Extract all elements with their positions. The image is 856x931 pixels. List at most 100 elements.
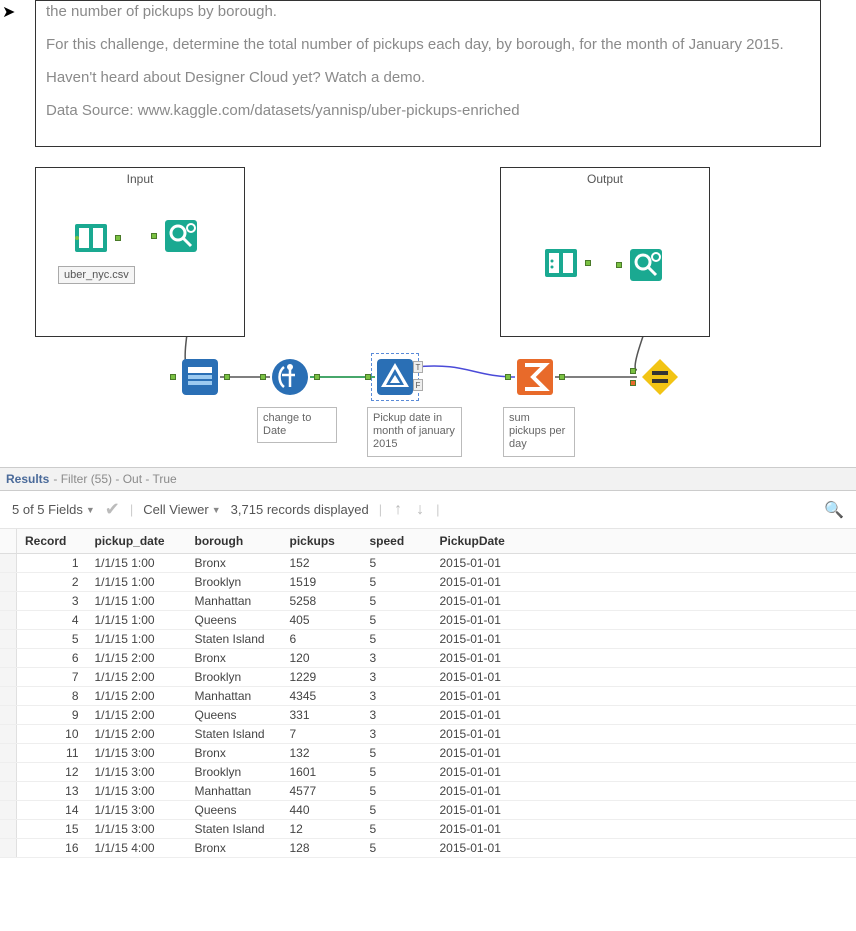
- browse-tool-output[interactable]: [626, 245, 666, 285]
- cell[interactable]: 5: [17, 630, 87, 649]
- cell[interactable]: 3: [17, 592, 87, 611]
- table-row[interactable]: 111/1/15 3:00Bronx13252015-01-01: [0, 744, 856, 763]
- cell[interactable]: 4577: [282, 782, 362, 801]
- table-row[interactable]: 101/1/15 2:00Staten Island732015-01-01: [0, 725, 856, 744]
- cell[interactable]: Staten Island: [187, 630, 282, 649]
- input-port-a[interactable]: [630, 380, 636, 386]
- cell[interactable]: 152: [282, 554, 362, 573]
- cell[interactable]: 16: [17, 839, 87, 858]
- table-row[interactable]: 21/1/15 1:00Brooklyn151952015-01-01: [0, 573, 856, 592]
- prev-record-button[interactable]: ↑: [392, 501, 404, 519]
- cell[interactable]: 1/1/15 3:00: [87, 820, 187, 839]
- cell[interactable]: 2015-01-01: [432, 554, 856, 573]
- cell[interactable]: 12: [282, 820, 362, 839]
- summarize-tool[interactable]: [515, 357, 555, 397]
- cell[interactable]: Queens: [187, 611, 282, 630]
- cell[interactable]: 1601: [282, 763, 362, 782]
- cell[interactable]: 6: [17, 649, 87, 668]
- cell[interactable]: 2015-01-01: [432, 649, 856, 668]
- table-row[interactable]: 71/1/15 2:00Brooklyn122932015-01-01: [0, 668, 856, 687]
- cell[interactable]: 3: [362, 649, 432, 668]
- next-record-button[interactable]: ↓: [414, 501, 426, 519]
- browse-tool-input[interactable]: [161, 216, 201, 256]
- table-row[interactable]: 61/1/15 2:00Bronx12032015-01-01: [0, 649, 856, 668]
- cell[interactable]: 3: [362, 668, 432, 687]
- col-record[interactable]: Record: [17, 529, 87, 554]
- cell[interactable]: 1/1/15 1:00: [87, 630, 187, 649]
- cell[interactable]: 5: [362, 611, 432, 630]
- formula-tool[interactable]: [270, 357, 310, 397]
- cell[interactable]: 1/1/15 3:00: [87, 744, 187, 763]
- output-port[interactable]: [115, 235, 121, 241]
- cell[interactable]: 2015-01-01: [432, 630, 856, 649]
- search-icon[interactable]: 🔍: [824, 500, 844, 520]
- table-row[interactable]: 151/1/15 3:00Staten Island1252015-01-01: [0, 820, 856, 839]
- input-container[interactable]: Input uber_nyc.csv: [35, 167, 245, 337]
- cell[interactable]: 8: [17, 687, 87, 706]
- cell[interactable]: 1: [17, 554, 87, 573]
- cell[interactable]: Queens: [187, 801, 282, 820]
- input-port[interactable]: [151, 233, 157, 239]
- cell[interactable]: Queens: [187, 706, 282, 725]
- cell[interactable]: 120: [282, 649, 362, 668]
- cell[interactable]: 440: [282, 801, 362, 820]
- cell[interactable]: 2015-01-01: [432, 744, 856, 763]
- cell[interactable]: Brooklyn: [187, 573, 282, 592]
- output-data-tool[interactable]: [541, 243, 581, 283]
- cell[interactable]: Bronx: [187, 554, 282, 573]
- filter-tool[interactable]: T F: [375, 357, 415, 397]
- cell[interactable]: 5: [362, 782, 432, 801]
- col-pickups[interactable]: pickups: [282, 529, 362, 554]
- cell[interactable]: 2015-01-01: [432, 782, 856, 801]
- table-row[interactable]: 91/1/15 2:00Queens33132015-01-01: [0, 706, 856, 725]
- fields-dropdown[interactable]: 5 of 5 Fields ▼: [12, 502, 95, 517]
- apply-check-icon[interactable]: ✔: [105, 499, 120, 520]
- select-tool[interactable]: [180, 357, 220, 397]
- cell[interactable]: 1/1/15 1:00: [87, 573, 187, 592]
- cell[interactable]: 2015-01-01: [432, 573, 856, 592]
- cell[interactable]: Manhattan: [187, 687, 282, 706]
- col-speed[interactable]: speed: [362, 529, 432, 554]
- cell[interactable]: 1/1/15 2:00: [87, 706, 187, 725]
- cell[interactable]: 11: [17, 744, 87, 763]
- filter-true-port[interactable]: T: [413, 361, 423, 373]
- workflow-canvas[interactable]: Input uber_nyc.csv Output: [35, 167, 821, 467]
- cell[interactable]: 2015-01-01: [432, 801, 856, 820]
- cell[interactable]: 1/1/15 3:00: [87, 801, 187, 820]
- cell[interactable]: 1/1/15 1:00: [87, 611, 187, 630]
- output-container[interactable]: Output: [500, 167, 710, 337]
- cell[interactable]: 128: [282, 839, 362, 858]
- input-port[interactable]: [616, 262, 622, 268]
- input-port[interactable]: [260, 374, 266, 380]
- cell[interactable]: 5: [362, 573, 432, 592]
- cell[interactable]: Bronx: [187, 839, 282, 858]
- col-pickupdate[interactable]: PickupDate: [432, 529, 856, 554]
- cell[interactable]: 1/1/15 3:00: [87, 782, 187, 801]
- compare-output-tool[interactable]: [640, 357, 680, 397]
- cell[interactable]: 5: [362, 744, 432, 763]
- cell[interactable]: 7: [282, 725, 362, 744]
- cell[interactable]: 5: [362, 839, 432, 858]
- cell[interactable]: 2015-01-01: [432, 668, 856, 687]
- cell[interactable]: 5: [362, 820, 432, 839]
- table-row[interactable]: 131/1/15 3:00Manhattan457752015-01-01: [0, 782, 856, 801]
- cell[interactable]: 331: [282, 706, 362, 725]
- cell[interactable]: 14: [17, 801, 87, 820]
- cell[interactable]: 1/1/15 4:00: [87, 839, 187, 858]
- cell[interactable]: 2015-01-01: [432, 725, 856, 744]
- cell[interactable]: 4345: [282, 687, 362, 706]
- cell[interactable]: 5258: [282, 592, 362, 611]
- col-pickup-date[interactable]: pickup_date: [87, 529, 187, 554]
- cell[interactable]: Brooklyn: [187, 668, 282, 687]
- cell[interactable]: 7: [17, 668, 87, 687]
- cell[interactable]: 1519: [282, 573, 362, 592]
- table-row[interactable]: 51/1/15 1:00Staten Island652015-01-01: [0, 630, 856, 649]
- cell[interactable]: 1229: [282, 668, 362, 687]
- cell[interactable]: 6: [282, 630, 362, 649]
- cell[interactable]: 4: [17, 611, 87, 630]
- input-port[interactable]: [170, 374, 176, 380]
- cell[interactable]: 13: [17, 782, 87, 801]
- input-data-tool[interactable]: [71, 218, 111, 258]
- cell[interactable]: 9: [17, 706, 87, 725]
- cell[interactable]: 2015-01-01: [432, 611, 856, 630]
